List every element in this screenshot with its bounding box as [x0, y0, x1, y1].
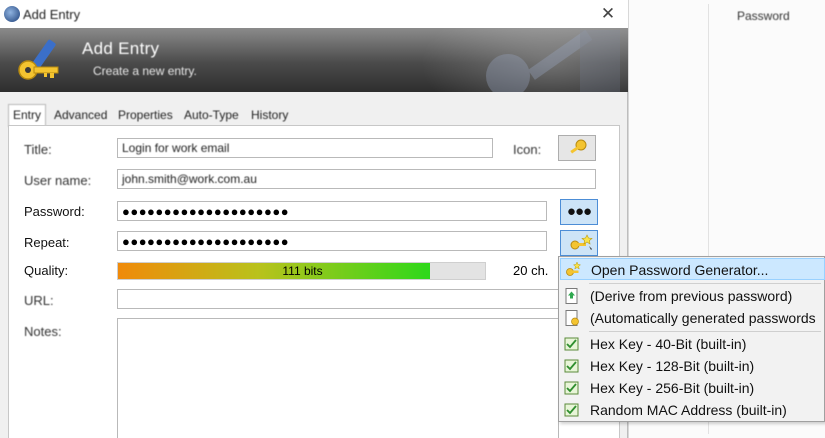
username-field[interactable]: john.smith@work.com.au: [117, 169, 596, 189]
password-generator-button[interactable]: [560, 230, 598, 256]
tab-advanced[interactable]: Advanced: [54, 108, 107, 122]
banner-title: Add Entry: [82, 39, 160, 58]
menu-item-label: (Automatically generated passwords: [590, 310, 816, 326]
password-quality-bar: 111 bits: [117, 262, 486, 280]
wand-key-icon: [566, 261, 582, 276]
url-label: URL:: [24, 293, 54, 308]
username-value: john.smith@work.com.au: [122, 172, 257, 186]
password-length-text: 20 ch.: [513, 263, 549, 278]
menu-item-open-password-generator[interactable]: Open Password Generator...: [560, 258, 825, 280]
menu-item-random-mac-address[interactable]: Random MAC Address (built-in): [560, 399, 825, 421]
dialog-banner: Add Entry Create a new entry.: [0, 28, 628, 92]
password-column-header[interactable]: Password: [737, 9, 790, 23]
menu-separator: [589, 331, 821, 332]
menu-item-label: Hex Key - 40-Bit (built-in): [590, 336, 747, 352]
profile-icon: [564, 381, 579, 395]
notes-field[interactable]: [117, 318, 559, 438]
repeat-password-field[interactable]: ●●●●●●●●●●●●●●●●●●●●: [117, 231, 547, 251]
notes-label: Notes:: [24, 324, 62, 339]
username-label: User name:: [24, 173, 92, 188]
icon-picker-button[interactable]: [558, 135, 596, 161]
menu-item-label: Hex Key - 128-Bit (built-in): [590, 358, 755, 374]
auto-generate-icon: [565, 310, 579, 326]
app-icon: [4, 6, 20, 22]
menu-item-label: Open Password Generator...: [591, 262, 769, 278]
profile-icon: [564, 359, 579, 373]
wand-key-icon: [570, 234, 593, 250]
repeat-label: Repeat:: [24, 235, 70, 250]
url-field[interactable]: [117, 289, 559, 309]
password-field[interactable]: ●●●●●●●●●●●●●●●●●●●●: [117, 201, 547, 221]
menu-item-hex-key-128[interactable]: Hex Key - 128-Bit (built-in): [560, 355, 825, 377]
profile-icon: [564, 403, 579, 417]
tab-history[interactable]: History: [251, 108, 288, 122]
window-title: Add Entry: [23, 7, 81, 22]
menu-item-label: (Derive from previous password): [590, 288, 793, 304]
password-generator-menu: Open Password Generator... (Derive from …: [558, 256, 825, 422]
banner-subtitle: Create a new entry.: [93, 64, 197, 78]
title-label: Title:: [24, 142, 52, 157]
menu-item-hex-key-40[interactable]: Hex Key - 40-Bit (built-in): [560, 333, 825, 355]
quality-bits-text: 111 bits: [282, 264, 323, 278]
title-value: Login for work email: [122, 141, 230, 155]
tab-properties[interactable]: Properties: [118, 108, 173, 122]
title-bar[interactable]: Add Entry ✕: [0, 0, 628, 28]
key-pencil-icon: [18, 39, 59, 80]
profile-icon: [564, 337, 579, 351]
menu-item-derive-from-previous[interactable]: (Derive from previous password): [560, 285, 825, 307]
key-icon: [570, 139, 587, 154]
password-label: Password:: [24, 204, 85, 219]
tab-entry[interactable]: Entry: [8, 104, 47, 127]
add-entry-dialog: Add Entry ✕ Add Entry Create a new entry…: [0, 0, 628, 438]
tab-auto-type[interactable]: Auto-Type: [184, 108, 239, 122]
menu-item-label: Random MAC Address (built-in): [590, 402, 787, 418]
toggle-password-visibility-button[interactable]: ●●●: [560, 199, 598, 225]
quality-label: Quality:: [24, 263, 69, 278]
menu-separator: [589, 283, 821, 284]
banner-background-icon: [486, 30, 620, 92]
menu-item-hex-key-256[interactable]: Hex Key - 256-Bit (built-in): [560, 377, 825, 399]
icon-label: Icon:: [513, 142, 542, 157]
close-button[interactable]: ✕: [596, 3, 620, 25]
menu-item-label: Hex Key - 256-Bit (built-in): [590, 380, 755, 396]
title-field[interactable]: Login for work email: [117, 138, 493, 158]
derive-icon: [565, 288, 578, 304]
menu-item-auto-generated-passwords[interactable]: (Automatically generated passwords: [560, 307, 825, 329]
